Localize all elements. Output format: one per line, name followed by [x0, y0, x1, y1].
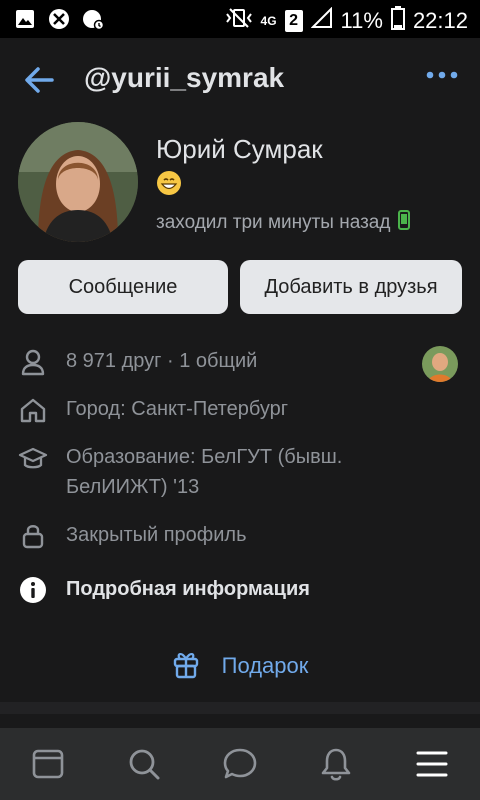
- profile-header: @yurii_symrak: [0, 38, 480, 122]
- friends-row[interactable]: 8 971 друг · 1 общий: [0, 346, 480, 378]
- gift-label: Подарок: [221, 653, 309, 678]
- gift-button[interactable]: Подарок: [0, 646, 480, 686]
- feed-icon: [32, 749, 64, 779]
- friends-count: 8 971 друг · 1 общий: [66, 350, 258, 372]
- education-row: Образование: БелГУТ (бывш. БелИИЖТ) '13: [0, 442, 480, 504]
- mobile-online-icon: [398, 210, 411, 236]
- mutual-friend-avatar[interactable]: [422, 346, 458, 382]
- home-icon: [18, 395, 48, 425]
- status-emoji-icon[interactable]: [156, 170, 182, 196]
- details-link: Подробная информация: [66, 578, 310, 600]
- cloud-sync-icon: [82, 8, 104, 30]
- city-row: Город: Санкт-Петербург: [0, 394, 480, 426]
- last-seen-status: заходил три минуты назад: [156, 210, 411, 236]
- info-icon: [18, 575, 48, 605]
- education-line-2: БелИИЖТ) '13: [66, 476, 200, 498]
- bottom-tab-bar: [0, 728, 480, 800]
- more-horizontal-icon: [426, 71, 458, 79]
- message-button[interactable]: Сообщение: [18, 260, 228, 314]
- profile-name: Юрий Сумрак: [156, 134, 323, 164]
- battery-percent: 11%: [340, 8, 383, 33]
- status-bar: 4G 2 11% 22:12: [0, 0, 480, 38]
- privacy-row: Закрытый профиль: [0, 520, 480, 552]
- tab-notifications[interactable]: [288, 728, 384, 800]
- tab-search[interactable]: [96, 728, 192, 800]
- user-icon: [18, 347, 48, 377]
- search-icon: [129, 749, 160, 780]
- avatar-photo: [18, 122, 138, 242]
- signal-icon: [310, 6, 333, 35]
- notifications-icon: [321, 748, 351, 781]
- back-button[interactable]: [22, 62, 58, 98]
- blocked-app-icon: [48, 8, 70, 30]
- profile-username: @yurii_symrak: [84, 62, 285, 93]
- sim-indicator: 2: [284, 10, 303, 32]
- last-seen-text: заходил три минуты назад: [156, 212, 391, 233]
- city-text: Город: Санкт-Петербург: [66, 398, 289, 420]
- messages-icon: [223, 748, 257, 779]
- more-options-button[interactable]: [426, 68, 458, 92]
- section-divider: [0, 702, 480, 714]
- lock-icon: [18, 521, 48, 551]
- add-friend-button[interactable]: Добавить в друзья: [240, 260, 462, 314]
- vibrate-icon: [225, 8, 253, 34]
- education-line-1: Образование: БелГУТ (бывш.: [66, 446, 343, 468]
- menu-icon: [416, 751, 448, 777]
- battery-icon: [390, 6, 405, 36]
- gallery-icon: [14, 8, 36, 30]
- tab-menu[interactable]: [384, 728, 480, 800]
- privacy-text: Закрытый профиль: [66, 524, 247, 546]
- arrow-left-icon: [25, 67, 54, 93]
- tab-messages[interactable]: [192, 728, 288, 800]
- graduation-cap-icon: [18, 444, 48, 474]
- details-row[interactable]: Подробная информация: [0, 574, 480, 606]
- tab-feed[interactable]: [0, 728, 96, 800]
- network-type: 4G: [260, 13, 277, 28]
- clock: 22:12: [412, 8, 468, 33]
- gift-icon: [172, 649, 200, 684]
- education-text: Образование: БелГУТ (бывш. БелИИЖТ) '13: [66, 442, 342, 502]
- profile-avatar[interactable]: [18, 122, 138, 242]
